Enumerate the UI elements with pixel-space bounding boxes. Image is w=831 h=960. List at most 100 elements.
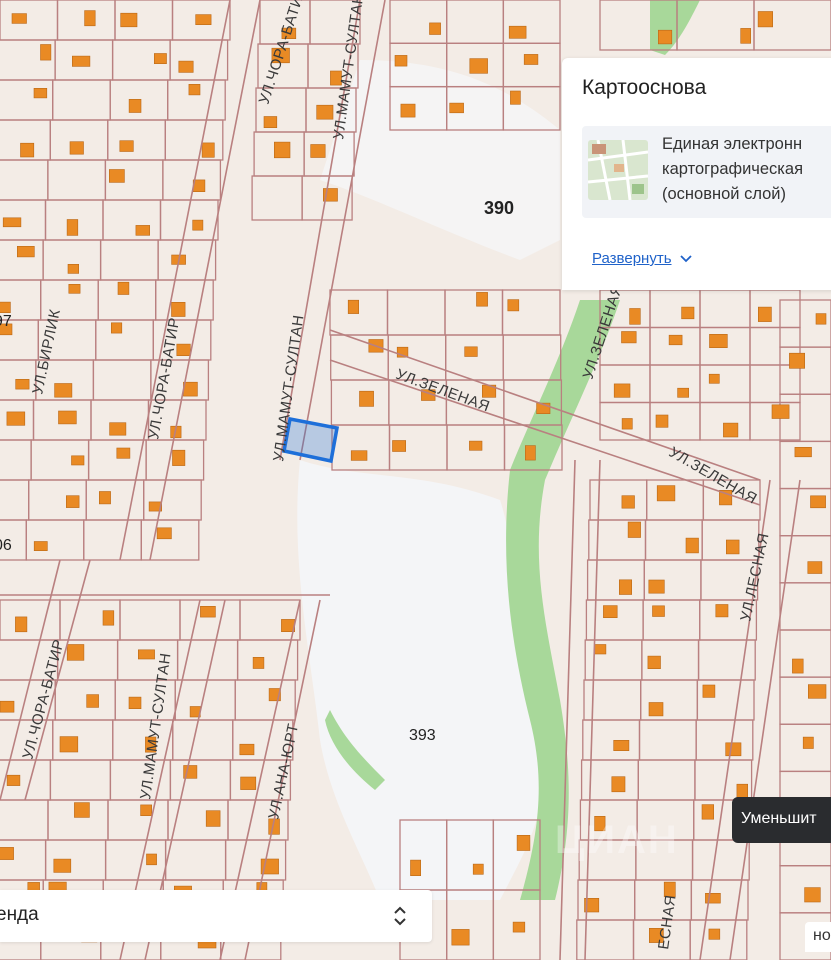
building xyxy=(120,12,138,28)
building xyxy=(67,263,79,274)
building xyxy=(195,14,212,26)
building xyxy=(618,579,632,595)
building xyxy=(794,446,812,458)
building xyxy=(681,306,695,320)
building xyxy=(807,561,823,574)
building xyxy=(350,450,368,461)
building xyxy=(512,921,526,933)
chevron-down-icon xyxy=(679,250,692,267)
building xyxy=(613,739,630,751)
layer-name: Единая электронн картографическая (основ… xyxy=(662,135,803,203)
building xyxy=(0,700,15,713)
building xyxy=(99,491,111,505)
building xyxy=(702,684,716,698)
layer-panel: Картооснова Единая электронн картографич… xyxy=(562,58,831,290)
building xyxy=(109,422,127,436)
building xyxy=(594,644,607,655)
building xyxy=(629,308,641,325)
building xyxy=(469,58,488,74)
building xyxy=(510,90,521,105)
building xyxy=(516,834,531,851)
building xyxy=(6,411,26,426)
building xyxy=(135,225,150,236)
building xyxy=(723,422,739,438)
building xyxy=(74,802,90,818)
building xyxy=(6,774,21,786)
watermark: ЦИАН xyxy=(555,818,679,862)
building xyxy=(71,455,85,466)
building xyxy=(715,604,729,618)
legend-label: енда xyxy=(0,904,39,925)
building xyxy=(815,313,827,325)
building xyxy=(708,373,720,384)
building xyxy=(138,649,155,660)
building xyxy=(677,387,689,398)
building xyxy=(109,169,125,183)
building xyxy=(347,299,360,314)
building xyxy=(84,10,96,27)
building xyxy=(54,383,73,398)
building xyxy=(192,219,204,231)
building xyxy=(117,281,130,295)
building xyxy=(725,742,742,757)
building xyxy=(705,892,721,904)
building xyxy=(771,404,790,419)
building xyxy=(68,283,81,294)
parcel-number: 393 xyxy=(409,727,436,744)
building xyxy=(394,55,408,67)
building xyxy=(116,447,131,459)
building xyxy=(802,736,814,749)
parcel-number: 390 xyxy=(484,198,514,218)
building xyxy=(72,55,91,67)
building xyxy=(154,53,167,64)
legend-selector[interactable]: енда xyxy=(0,890,432,942)
building xyxy=(15,378,30,390)
building xyxy=(178,60,194,73)
panel-title: Картооснова xyxy=(582,76,707,99)
building xyxy=(451,929,470,946)
building xyxy=(621,331,637,344)
building xyxy=(807,684,827,699)
building xyxy=(239,743,255,756)
building xyxy=(15,616,28,633)
building xyxy=(146,853,157,866)
building xyxy=(205,810,221,827)
layer-card[interactable]: Единая электронн картографическая (основ… xyxy=(582,126,831,218)
building xyxy=(140,804,153,817)
building xyxy=(476,292,488,307)
building xyxy=(810,495,826,509)
building xyxy=(128,99,142,113)
layer-thumbnail xyxy=(588,140,648,200)
building xyxy=(200,605,216,618)
building xyxy=(621,418,633,430)
building xyxy=(656,485,676,502)
building xyxy=(240,776,257,790)
building xyxy=(252,656,265,669)
building xyxy=(524,445,536,461)
building xyxy=(128,696,142,709)
expand-link[interactable]: Развернуть xyxy=(592,250,692,267)
building xyxy=(652,605,665,617)
building xyxy=(16,246,35,258)
building xyxy=(20,142,35,158)
building xyxy=(359,390,374,407)
building xyxy=(69,141,84,155)
building xyxy=(183,381,198,397)
zoom-out-button[interactable]: Уменьшит xyxy=(732,797,831,843)
building xyxy=(736,783,749,799)
building xyxy=(701,804,714,820)
building xyxy=(464,346,478,357)
up-down-chevron-icon[interactable] xyxy=(390,902,410,930)
building xyxy=(188,84,201,96)
building xyxy=(172,449,186,466)
parcel-number: 97 xyxy=(0,313,12,330)
building xyxy=(40,44,52,61)
building xyxy=(119,140,134,152)
building xyxy=(263,116,278,128)
building xyxy=(472,863,484,875)
building xyxy=(392,440,406,452)
building xyxy=(53,858,72,873)
building xyxy=(804,887,821,903)
building xyxy=(523,54,539,65)
building xyxy=(59,736,79,753)
